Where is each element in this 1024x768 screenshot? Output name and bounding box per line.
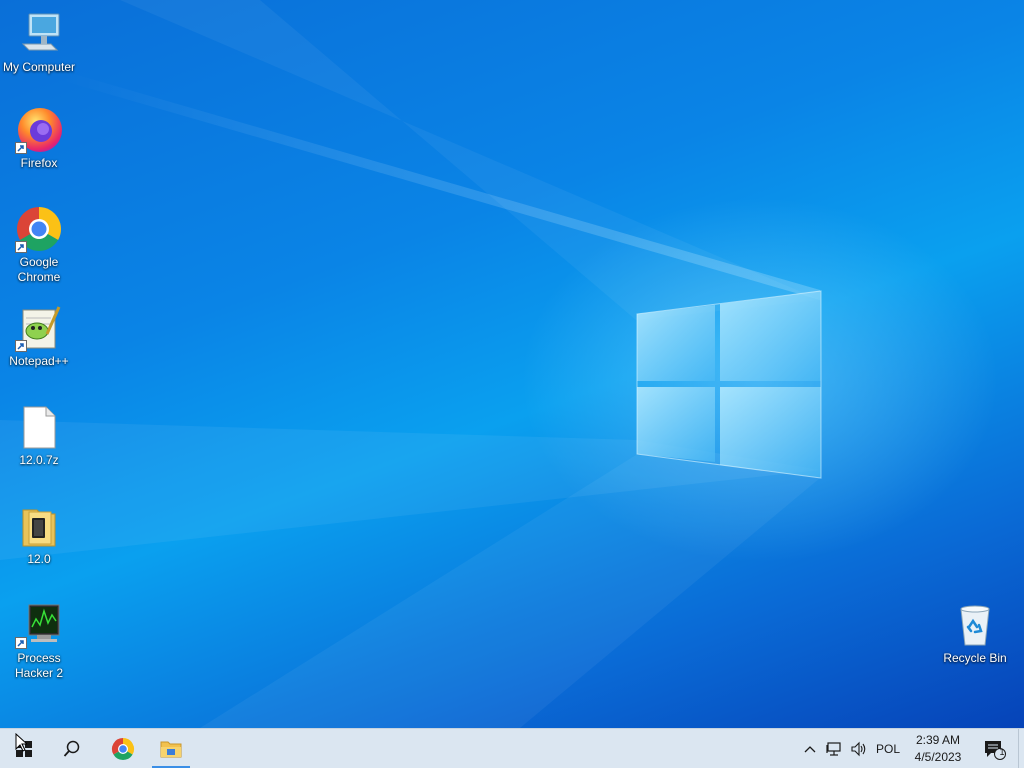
- network-button[interactable]: [824, 729, 846, 768]
- desktop-icon-label: Notepad++: [9, 354, 69, 368]
- desktop-icon-notepadpp[interactable]: Notepad++: [0, 304, 78, 369]
- notepadpp-icon: [15, 304, 63, 352]
- desktop-icon-12-0[interactable]: 12.0: [0, 502, 78, 567]
- action-center-button[interactable]: 1: [978, 729, 1010, 768]
- desktop-icon-firefox[interactable]: Firefox: [0, 106, 78, 171]
- shortcut-arrow-icon: [15, 241, 27, 253]
- chevron-up-icon: [804, 745, 816, 752]
- desktop-icon-label: Recycle Bin: [943, 651, 1007, 665]
- chrome-icon: [111, 737, 135, 760]
- desktop[interactable]: My Computer Firefox Google Chrome Notepa…: [0, 0, 1024, 728]
- notification-count-badge: 1: [999, 747, 1005, 757]
- computer-icon: [15, 10, 63, 58]
- process-hacker-icon: [15, 601, 63, 649]
- desktop-icon-label: Firefox: [20, 156, 58, 170]
- folder-icon: [15, 502, 63, 550]
- desktop-icon-label: My Computer: [2, 60, 76, 74]
- recycle-bin-icon: [951, 601, 999, 649]
- windows-wallpaper-logo: [0, 0, 822, 728]
- input-language-indicator[interactable]: POL: [872, 729, 904, 768]
- clock-time: 2:39 AM: [915, 733, 961, 747]
- taskbar-file-explorer-button[interactable]: [150, 729, 192, 768]
- chrome-icon: [15, 205, 63, 253]
- desktop-icon-google-chrome[interactable]: Google Chrome: [0, 205, 78, 285]
- show-hidden-icons-button[interactable]: [800, 729, 820, 768]
- language-label: POL: [875, 741, 900, 756]
- speaker-icon: [851, 741, 866, 756]
- desktop-icon-12-0-7z[interactable]: 12.0.7z: [0, 403, 78, 468]
- clock[interactable]: 2:39 AM 4/5/2023: [902, 732, 974, 766]
- file-explorer-icon: [160, 741, 182, 757]
- show-desktop-button[interactable]: [1018, 729, 1024, 768]
- network-icon: [826, 741, 841, 756]
- search-button[interactable]: [48, 729, 96, 768]
- desktop-icon-label: Google Chrome: [17, 255, 61, 284]
- desktop-icon-label: 12.0: [27, 552, 51, 566]
- start-button[interactable]: [0, 729, 48, 768]
- shortcut-arrow-icon: [15, 637, 27, 649]
- search-icon: [63, 740, 80, 757]
- desktop-icon-my-computer[interactable]: My Computer: [0, 10, 78, 75]
- desktop-icon-recycle-bin[interactable]: Recycle Bin: [936, 601, 1014, 666]
- volume-button[interactable]: [848, 729, 870, 768]
- clock-date: 4/5/2023: [914, 750, 962, 764]
- desktop-icon-process-hacker-2[interactable]: Process Hacker 2: [0, 601, 78, 681]
- shortcut-arrow-icon: [15, 142, 27, 154]
- desktop-icon-label: Process Hacker 2: [14, 651, 64, 680]
- desktop-icon-label: 12.0.7z: [19, 453, 59, 467]
- firefox-icon: [15, 106, 63, 154]
- mouse-pointer-icon: [15, 733, 27, 752]
- taskbar-chrome-button[interactable]: [100, 729, 146, 768]
- taskbar: POL 2:39 AM 4/5/2023 1: [0, 728, 1024, 768]
- shortcut-arrow-icon: [15, 340, 27, 352]
- file-icon: [15, 403, 63, 451]
